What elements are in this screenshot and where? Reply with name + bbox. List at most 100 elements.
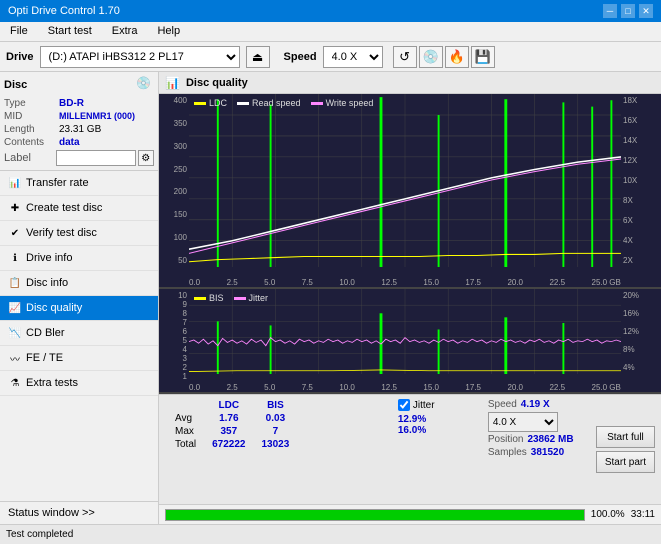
total-ldc: 672222 (204, 438, 253, 451)
max-bis: 7 (254, 425, 298, 438)
status-text: Test completed (6, 529, 73, 540)
progress-percent: 100.0% (591, 509, 625, 520)
status-window[interactable]: Status window >> (0, 501, 158, 524)
nav-transfer-rate-label: Transfer rate (26, 177, 89, 189)
menu-start-test[interactable]: Start test (42, 24, 98, 39)
minimize-button[interactable]: ─ (603, 4, 617, 18)
top-chart-svg (189, 94, 621, 267)
burn-button[interactable]: 🔥 (445, 46, 469, 68)
create-test-disc-icon: ✚ (8, 201, 22, 215)
jitter-avg-value: 12.9% (398, 414, 426, 425)
status-bar: Test completed (0, 524, 661, 544)
maximize-button[interactable]: □ (621, 4, 635, 18)
close-button[interactable]: ✕ (639, 4, 653, 18)
legend-jitter: Jitter (234, 293, 269, 303)
legend-read-speed: Read speed (237, 98, 301, 108)
eject-button[interactable]: ⏏ (246, 46, 270, 68)
disc-contents-label: Contents (4, 137, 59, 148)
charts-area: LDC Read speed Write speed 400 350 (159, 94, 661, 394)
menu-help[interactable]: Help (151, 24, 186, 39)
speed-select-row: 4.0 X (488, 412, 582, 432)
bis-header: BIS (254, 399, 298, 412)
nav-disc-info[interactable]: 📋 Disc info (0, 271, 158, 296)
bottom-chart: BIS Jitter 10 9 8 7 6 5 4 (159, 289, 661, 394)
disc-label-row: Label ⚙ (4, 150, 154, 166)
speed-row: Speed 4.19 X (488, 399, 582, 410)
nav-fe-te-label: FE / TE (26, 352, 63, 364)
nav-transfer-rate[interactable]: 📊 Transfer rate (0, 171, 158, 196)
stats-row: LDC BIS Avg 1.76 0.03 Max 357 7 (159, 395, 661, 504)
drivebar: Drive (D:) ATAPI iHBS312 2 PL17 ⏏ Speed … (0, 42, 661, 72)
max-ldc: 357 (204, 425, 253, 438)
buttons-section: Start full Start part (590, 395, 661, 504)
right-panel: 📊 Disc quality LDC Read speed (159, 72, 661, 524)
main-layout: Disc 💿 Type BD-R MID MILLENMR1 (000) Len… (0, 72, 661, 524)
nav-extra-tests-label: Extra tests (26, 377, 78, 389)
progress-time: 33:11 (631, 509, 655, 520)
drive-select[interactable]: (D:) ATAPI iHBS312 2 PL17 (40, 46, 240, 68)
disc-header: Disc 💿 (4, 76, 154, 94)
top-chart-canvas (189, 94, 621, 267)
speed-position-section: Speed 4.19 X 4.0 X Position 23862 MB Sam… (480, 395, 590, 504)
speed-quality-select[interactable]: 4.0 X (488, 412, 558, 432)
jitter-header: Jitter (398, 399, 472, 411)
progress-bar-inner (166, 510, 584, 520)
progress-bar-outer (165, 509, 585, 521)
disc-label-input[interactable] (56, 150, 136, 166)
samples-value: 381520 (531, 447, 564, 458)
nav-drive-info[interactable]: ℹ Drive info (0, 246, 158, 271)
menubar: File Start test Extra Help (0, 22, 661, 42)
jitter-label: Jitter (413, 400, 435, 411)
top-chart-x: 0.0 2.5 5.0 7.5 10.0 12.5 15.0 17.5 20.0… (189, 278, 621, 287)
nav-disc-info-label: Disc info (26, 277, 68, 289)
fe-te-icon: 〰 (8, 351, 22, 365)
nav-extra-tests[interactable]: ⚗ Extra tests (0, 371, 158, 396)
nav-disc-quality-label: Disc quality (26, 302, 82, 314)
stats-data-table: LDC BIS Avg 1.76 0.03 Max 357 7 (167, 399, 297, 451)
nav-cd-bler[interactable]: 📉 CD Bler (0, 321, 158, 346)
jitter-max-row: 16.0% (398, 425, 472, 436)
nav-create-test-disc[interactable]: ✚ Create test disc (0, 196, 158, 221)
disc-mid-value: MILLENMR1 (000) (59, 111, 135, 122)
disc-type-label: Type (4, 98, 59, 109)
top-chart-y-left: 400 350 300 250 200 150 100 50 (159, 94, 189, 267)
status-window-label: Status window >> (8, 507, 95, 519)
start-part-button[interactable]: Start part (596, 451, 655, 473)
save-button[interactable]: 💾 (471, 46, 495, 68)
legend-bis-label: BIS (209, 293, 224, 303)
disc-length-row: Length 23.31 GB (4, 124, 154, 135)
disc-type-row: Type BD-R (4, 98, 154, 109)
stats-table: LDC BIS Avg 1.76 0.03 Max 357 7 (159, 395, 390, 504)
jitter-checkbox[interactable] (398, 399, 410, 411)
samples-row: Samples 381520 (488, 447, 582, 458)
bottom-chart-legend: BIS Jitter (194, 293, 268, 303)
start-full-button[interactable]: Start full (596, 426, 655, 448)
legend-ldc-label: LDC (209, 98, 227, 108)
disc-mid-row: MID MILLENMR1 (000) (4, 111, 154, 122)
disc-title: Disc (4, 79, 27, 91)
nav-verify-test-disc[interactable]: ✔ Verify test disc (0, 221, 158, 246)
speed-stat-value: 4.19 X (521, 399, 550, 410)
disc-icon[interactable]: 💿 (136, 76, 154, 94)
menu-extra[interactable]: Extra (106, 24, 144, 39)
extra-tests-icon: ⚗ (8, 376, 22, 390)
jitter-avg-row: 12.9% (398, 414, 472, 425)
stats-panel: LDC BIS Avg 1.76 0.03 Max 357 7 (159, 394, 661, 504)
position-label: Position (488, 434, 524, 445)
bottom-chart-y-left: 10 9 8 7 6 5 4 3 2 1 (159, 289, 189, 374)
avg-ldc: 1.76 (204, 412, 253, 425)
position-row: Position 23862 MB (488, 434, 582, 445)
drive-info-icon: ℹ (8, 251, 22, 265)
jitter-max-value: 16.0% (398, 425, 426, 436)
legend-read-speed-label: Read speed (252, 98, 301, 108)
nav-disc-quality[interactable]: 📈 Disc quality (0, 296, 158, 321)
refresh-button[interactable]: ↺ (393, 46, 417, 68)
disc-button[interactable]: 💿 (419, 46, 443, 68)
nav-verify-test-disc-label: Verify test disc (26, 227, 97, 239)
speed-select[interactable]: 4.0 X (323, 46, 383, 68)
menu-file[interactable]: File (4, 24, 34, 39)
legend-ldc: LDC (194, 98, 227, 108)
disc-label-btn[interactable]: ⚙ (138, 150, 154, 166)
legend-write-speed-label: Write speed (326, 98, 374, 108)
nav-fe-te[interactable]: 〰 FE / TE (0, 346, 158, 371)
